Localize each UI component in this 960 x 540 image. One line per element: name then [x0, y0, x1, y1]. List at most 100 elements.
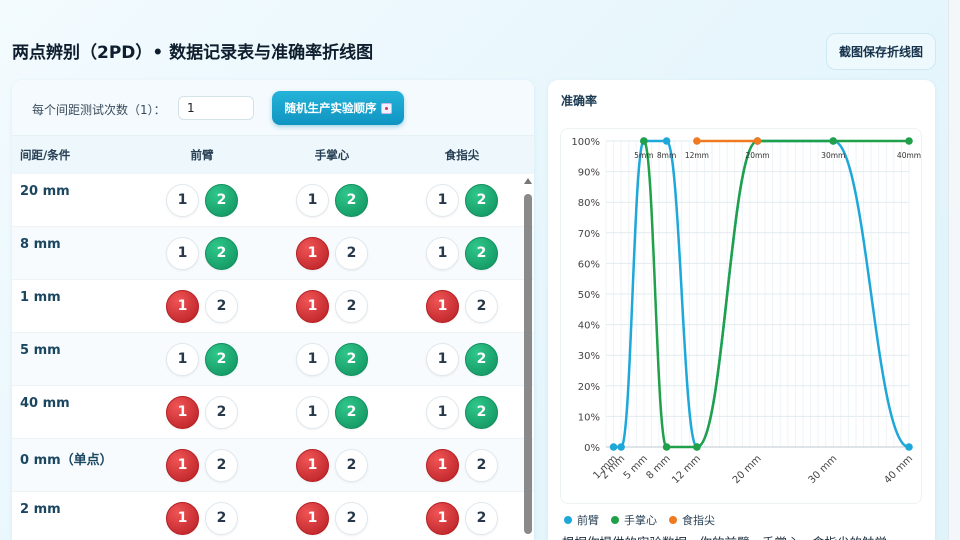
- column-header: 食指尖: [444, 148, 480, 162]
- answer-option-2-button[interactable]: 2: [335, 501, 368, 535]
- answer-option-1-button[interactable]: 1: [296, 501, 329, 535]
- y-tick-label: 60%: [578, 259, 600, 270]
- response-cell: 12: [137, 501, 267, 535]
- column-header: 间距/条件: [20, 148, 71, 162]
- response-cell: 12: [397, 342, 527, 376]
- answer-option-1-button[interactable]: 1: [166, 183, 199, 217]
- answer-option-1-button[interactable]: 1: [296, 289, 329, 323]
- answer-option-1-button[interactable]: 1: [296, 183, 329, 217]
- data-point: [640, 137, 648, 145]
- table-row: 20 mm 1 2 1 2 1 2: [12, 174, 534, 227]
- accuracy-chart: 0% 10% 20% 30% 40% 50% 60% 70% 80% 90% 100% 1 mm 2 m…: [560, 128, 922, 504]
- table-row: 8 mm 1 2 1 2 1 2: [12, 227, 534, 280]
- row-label: 20 mm: [20, 184, 70, 199]
- row-label: 8 mm: [20, 237, 61, 252]
- answer-option-2-button[interactable]: 2: [335, 236, 368, 270]
- y-tick-label: 10%: [578, 412, 600, 423]
- answer-option-1-button[interactable]: 1: [166, 448, 199, 482]
- answer-option-2-button[interactable]: 2: [335, 183, 368, 217]
- test-count-input[interactable]: 1: [178, 96, 254, 120]
- answer-option-1-button[interactable]: 1: [166, 395, 199, 429]
- answer-option-2-button[interactable]: 2: [465, 183, 498, 217]
- answer-option-2-button[interactable]: 2: [205, 236, 238, 270]
- answer-option-2-button[interactable]: 2: [465, 289, 498, 323]
- y-tick-label: 20%: [578, 382, 600, 393]
- answer-option-1-button[interactable]: 1: [166, 501, 199, 535]
- data-point: [609, 443, 618, 451]
- answer-option-2-button[interactable]: 2: [335, 395, 368, 429]
- row-label: 2 mm: [20, 502, 61, 517]
- y-tick-label: 70%: [578, 229, 600, 240]
- point-label: 5mm: [634, 151, 653, 160]
- column-header: 手掌心: [314, 148, 350, 162]
- answer-option-1-button[interactable]: 1: [296, 395, 329, 429]
- response-cell: 12: [267, 236, 397, 270]
- answer-option-1-button[interactable]: 1: [426, 448, 459, 482]
- random-order-label: 随机生产实验顺序: [284, 101, 377, 115]
- answer-option-2-button[interactable]: 2: [465, 236, 498, 270]
- chart-summary: 根据你提供的实验数据，你的前臂、手掌心、食指尖的触觉: [562, 532, 932, 540]
- data-point: [905, 443, 913, 451]
- answer-option-2-button[interactable]: 2: [205, 501, 238, 535]
- answer-option-1-button[interactable]: 1: [166, 342, 199, 376]
- answer-option-1-button[interactable]: 1: [296, 342, 329, 376]
- answer-option-2-button[interactable]: 2: [465, 342, 498, 376]
- response-cell: 12: [137, 289, 267, 323]
- answer-option-2-button[interactable]: 2: [205, 448, 238, 482]
- answer-option-1-button[interactable]: 1: [426, 501, 459, 535]
- point-label: 12mm: [685, 151, 709, 160]
- answer-option-2-button[interactable]: 2: [465, 395, 498, 429]
- answer-option-2-button[interactable]: 2: [335, 289, 368, 323]
- y-tick-label: 90%: [578, 168, 600, 179]
- table-row: 0 mm（单点） 1 2 1 2 1 2: [12, 439, 534, 492]
- chart-panel-title: 准确率: [561, 94, 598, 108]
- answer-option-2-button[interactable]: 2: [205, 289, 238, 323]
- data-point: [905, 137, 913, 145]
- table-scrollbar[interactable]: [524, 174, 532, 540]
- data-table-panel: 每个间距测试次数（1）： 1 随机生产实验顺序 间距/条件 前臂 手掌心 食指尖…: [12, 80, 534, 540]
- answer-option-2-button[interactable]: 2: [205, 342, 238, 376]
- row-label: 1 mm: [20, 290, 61, 305]
- answer-option-1-button[interactable]: 1: [426, 395, 459, 429]
- legend-item[interactable]: 食指尖: [669, 512, 715, 528]
- legend-item[interactable]: 前臂: [564, 512, 599, 528]
- response-cell: 12: [267, 448, 397, 482]
- point-label: 30mm: [821, 151, 845, 160]
- data-point: [829, 137, 838, 145]
- random-order-button[interactable]: 随机生产实验顺序: [272, 91, 404, 125]
- response-cell: 12: [137, 342, 267, 376]
- answer-option-1-button[interactable]: 1: [426, 289, 459, 323]
- table-row: 5 mm 1 2 1 2 1 2: [12, 333, 534, 386]
- answer-option-1-button[interactable]: 1: [426, 183, 459, 217]
- x-tick-label: 5 mm: [622, 453, 650, 481]
- answer-option-1-button[interactable]: 1: [426, 236, 459, 270]
- answer-option-2-button[interactable]: 2: [465, 501, 498, 535]
- answer-option-2-button[interactable]: 2: [335, 448, 368, 482]
- answer-option-2-button[interactable]: 2: [335, 342, 368, 376]
- response-cell: 12: [397, 183, 527, 217]
- legend-dot-icon: [611, 516, 619, 524]
- answer-option-2-button[interactable]: 2: [465, 448, 498, 482]
- data-point: [662, 443, 671, 451]
- response-cell: 12: [137, 395, 267, 429]
- scroll-up-icon[interactable]: [524, 178, 532, 184]
- answer-option-1-button[interactable]: 1: [166, 236, 199, 270]
- response-cell: 12: [267, 183, 397, 217]
- answer-option-1-button[interactable]: 1: [426, 342, 459, 376]
- response-cell: 12: [137, 448, 267, 482]
- answer-option-2-button[interactable]: 2: [205, 183, 238, 217]
- column-header: 前臂: [190, 148, 214, 162]
- y-tick-label: 40%: [578, 321, 600, 332]
- response-cell: 12: [267, 501, 397, 535]
- response-cell: 12: [397, 395, 527, 429]
- point-label: 8mm: [657, 151, 676, 160]
- window-scrollbar[interactable]: [948, 0, 960, 540]
- scroll-thumb[interactable]: [524, 194, 532, 534]
- legend-label: 食指尖: [682, 514, 715, 527]
- save-chart-button[interactable]: 截图保存折线图: [825, 33, 936, 70]
- legend-item[interactable]: 手掌心: [611, 512, 657, 528]
- answer-option-1-button[interactable]: 1: [296, 448, 329, 482]
- answer-option-2-button[interactable]: 2: [205, 395, 238, 429]
- answer-option-1-button[interactable]: 1: [166, 289, 199, 323]
- answer-option-1-button[interactable]: 1: [296, 236, 329, 270]
